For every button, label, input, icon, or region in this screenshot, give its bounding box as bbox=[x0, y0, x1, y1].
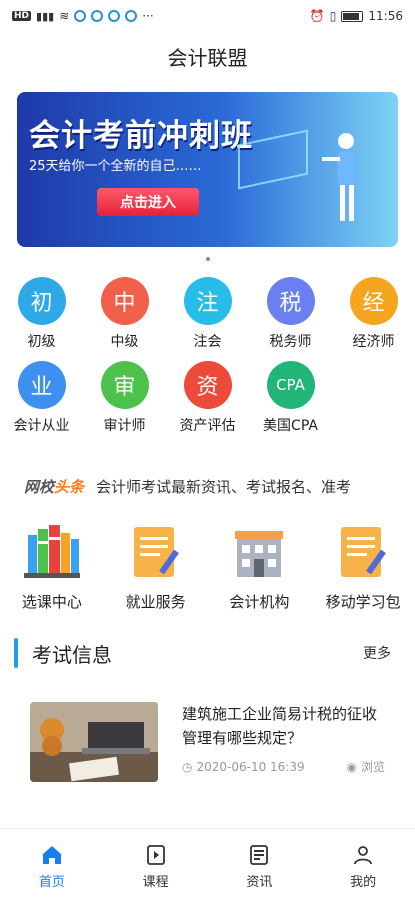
category-label: 中级 bbox=[110, 334, 139, 350]
category-label: 审计师 bbox=[103, 418, 146, 434]
shenjishi-icon: 审 bbox=[100, 361, 149, 409]
news-title: 建筑施工企业简易计税的征收管理有哪些规定？ bbox=[182, 705, 378, 747]
category-label: 会计从业 bbox=[13, 418, 70, 434]
section-title: 考试信息 bbox=[32, 642, 112, 667]
news-date: 2020-06-10 16:39 bbox=[196, 759, 305, 774]
zichan-icon: 资 bbox=[183, 361, 232, 409]
news-thumbnail bbox=[30, 702, 158, 782]
ticker-tag-highlight: 头条 bbox=[54, 477, 85, 496]
category-shenjishi[interactable]: 审 审计师 bbox=[83, 361, 166, 435]
jingjishi-icon: 经 bbox=[349, 277, 398, 325]
user-icon bbox=[354, 846, 373, 865]
category-label: 资产评估 bbox=[179, 418, 236, 434]
banner-enter-button[interactable]: 点击进入 bbox=[97, 188, 199, 216]
service-mobile-pack[interactable]: 移动学习包 bbox=[311, 521, 415, 612]
news-views-group: ◉ 浏览 bbox=[347, 758, 386, 775]
ticker-text: 会计师考试最新资讯、考试报名、准考 bbox=[96, 477, 352, 496]
news-body: 建筑施工企业简易计税的征收管理有哪些规定？ ◷ 2020-06-10 16:39… bbox=[182, 702, 385, 782]
status-bar: HD ▮▮▮ ≋ ··· ⏰ ▯ 11:56 bbox=[0, 0, 415, 32]
app-notification-icon bbox=[74, 10, 87, 22]
app-notification-icon bbox=[91, 10, 104, 22]
banner-pagination-dot bbox=[205, 257, 210, 261]
play-icon bbox=[146, 845, 165, 865]
more-notifications-icon: ··· bbox=[142, 9, 154, 23]
tab-mine[interactable]: 我的 bbox=[311, 829, 415, 900]
category-zhongji[interactable]: 中 中级 bbox=[83, 277, 166, 351]
banner-subtitle: 25天给你一个全新的自己…… bbox=[29, 159, 202, 174]
banner-title: 会计考前冲刺班 bbox=[29, 118, 253, 154]
tab-label: 资讯 bbox=[246, 875, 273, 890]
section-accent-bar bbox=[14, 638, 18, 668]
status-left: HD ▮▮▮ ≋ ··· bbox=[12, 9, 154, 23]
tab-label: 我的 bbox=[350, 875, 377, 890]
category-chuji[interactable]: 初 初级 bbox=[0, 277, 83, 351]
ticker-tag: 网校 bbox=[24, 477, 55, 496]
notepad-pencil-icon bbox=[341, 527, 387, 577]
alarm-icon: ⏰ bbox=[309, 9, 325, 23]
news-ticker[interactable]: 网校 头条 会计师考试最新资讯、考试报名、准考 bbox=[0, 471, 415, 501]
service-course-center[interactable]: 选课中心 bbox=[0, 521, 104, 612]
tab-home[interactable]: 首页 bbox=[0, 829, 104, 900]
clock-icon: ◷ bbox=[182, 759, 193, 774]
tab-news[interactable]: 资讯 bbox=[208, 829, 312, 900]
eye-icon: ◉ bbox=[346, 759, 357, 774]
zhongji-icon: 中 bbox=[100, 277, 149, 325]
cpa-icon: CPA bbox=[266, 361, 315, 409]
category-label: 美国CPA bbox=[263, 418, 318, 434]
category-grid: 初 初级 中 中级 注 注会 税 税务师 经 经济师 业 会计从业 审 审计师 … bbox=[0, 277, 415, 435]
category-congye[interactable]: 业 会计从业 bbox=[0, 361, 83, 435]
service-label: 移动学习包 bbox=[325, 593, 401, 611]
service-label: 选课中心 bbox=[21, 593, 82, 611]
congye-icon: 业 bbox=[17, 361, 66, 409]
books-icon bbox=[23, 525, 80, 578]
news-meta: ◷ 2020-06-10 16:39 ◉ 浏览 bbox=[182, 758, 385, 775]
category-cpa[interactable]: CPA 美国CPA bbox=[249, 361, 332, 435]
service-institutions[interactable]: 会计机构 bbox=[208, 521, 312, 612]
tab-course[interactable]: 课程 bbox=[104, 829, 208, 900]
tab-label: 课程 bbox=[142, 875, 169, 890]
banner-person-illustration bbox=[322, 133, 356, 221]
service-row: 选课中心 就业服务 会计机构 移动学习包 bbox=[0, 521, 415, 612]
more-link[interactable]: 更多 bbox=[363, 643, 391, 663]
app-notification-icon bbox=[108, 10, 121, 22]
vibrate-icon: ▯ bbox=[329, 9, 337, 23]
building-icon bbox=[235, 531, 284, 577]
news-item[interactable]: 建筑施工企业简易计税的征收管理有哪些规定？ ◷ 2020-06-10 16:39… bbox=[0, 702, 415, 782]
category-label: 经济师 bbox=[352, 334, 395, 350]
hd-indicator: HD bbox=[12, 11, 32, 21]
category-zichan[interactable]: 资 资产评估 bbox=[166, 361, 249, 435]
tab-label: 首页 bbox=[38, 875, 65, 890]
section-title-group: 考试信息 bbox=[14, 638, 112, 668]
home-icon bbox=[42, 846, 61, 864]
battery-icon bbox=[341, 10, 364, 22]
status-right: ⏰ ▯ 11:56 bbox=[310, 9, 403, 23]
exam-info-header: 考试信息 更多 bbox=[0, 638, 415, 668]
signal-icon: ▮▮▮ bbox=[36, 9, 55, 23]
page-title: 会计联盟 bbox=[167, 45, 248, 70]
app-notification-icon bbox=[125, 10, 138, 22]
clock: 11:56 bbox=[368, 9, 403, 23]
category-shuiwushi[interactable]: 税 税务师 bbox=[249, 277, 332, 351]
shuiwushi-icon: 税 bbox=[266, 277, 315, 325]
zhuhui-icon: 注 bbox=[183, 277, 232, 325]
category-jingjishi[interactable]: 经 经济师 bbox=[332, 277, 415, 351]
bottom-tab-bar: 首页 课程 资讯 我的 bbox=[0, 829, 415, 900]
news-icon bbox=[250, 845, 269, 865]
notepad-icon bbox=[133, 527, 179, 577]
wifi-icon: ≋ bbox=[59, 9, 70, 23]
news-thumbnail-image bbox=[30, 702, 158, 782]
promo-banner[interactable]: 会计考前冲刺班 25天给你一个全新的自己…… 点击进入 bbox=[17, 92, 398, 247]
news-date-group: ◷ 2020-06-10 16:39 bbox=[182, 758, 305, 775]
service-employment[interactable]: 就业服务 bbox=[104, 521, 208, 612]
category-label: 初级 bbox=[27, 334, 56, 350]
chuji-icon: 初 bbox=[17, 277, 66, 325]
category-label: 税务师 bbox=[269, 334, 312, 350]
category-zhuhui[interactable]: 注 注会 bbox=[166, 277, 249, 351]
category-label: 注会 bbox=[193, 334, 222, 350]
service-label: 就业服务 bbox=[125, 593, 186, 611]
service-label: 会计机构 bbox=[229, 593, 290, 611]
news-views-label: 浏览 bbox=[360, 760, 385, 774]
